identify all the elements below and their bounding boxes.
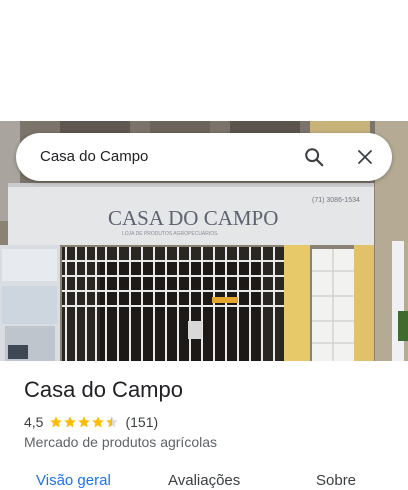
star-icon: [50, 416, 63, 428]
place-category: Mercado de produtos agrícolas: [24, 434, 217, 450]
search-icon[interactable]: [302, 145, 326, 169]
place-name: Casa do Campo: [24, 377, 183, 402]
close-icon[interactable]: [353, 145, 377, 169]
tab-overview[interactable]: Visão geral: [36, 472, 111, 489]
star-icon: [78, 416, 91, 428]
sign-text: CASA DO CAMPO: [108, 206, 278, 230]
star-icon: [64, 416, 77, 428]
search-input[interactable]: Casa do Campo: [40, 148, 148, 165]
search-bar[interactable]: Casa do Campo: [16, 133, 392, 181]
rating-row[interactable]: 4,5 (151): [24, 413, 158, 431]
blank-area: [0, 0, 408, 121]
svg-text:LOJA DE PRODUTOS AGROPECUÁRIOS: LOJA DE PRODUTOS AGROPECUÁRIOS: [122, 230, 218, 237]
tab-reviews[interactable]: Avaliações: [168, 472, 240, 489]
half-star-icon: [106, 416, 119, 428]
rating-value: 4,5: [24, 414, 44, 430]
tab-bar: Visão geral Avaliações Sobre: [0, 470, 408, 490]
tab-about[interactable]: Sobre: [316, 472, 356, 489]
svg-text:(71) 3086-1534: (71) 3086-1534: [312, 197, 360, 204]
star-rating: [49, 415, 119, 429]
star-icon: [92, 416, 105, 428]
review-count[interactable]: (151): [125, 414, 158, 430]
